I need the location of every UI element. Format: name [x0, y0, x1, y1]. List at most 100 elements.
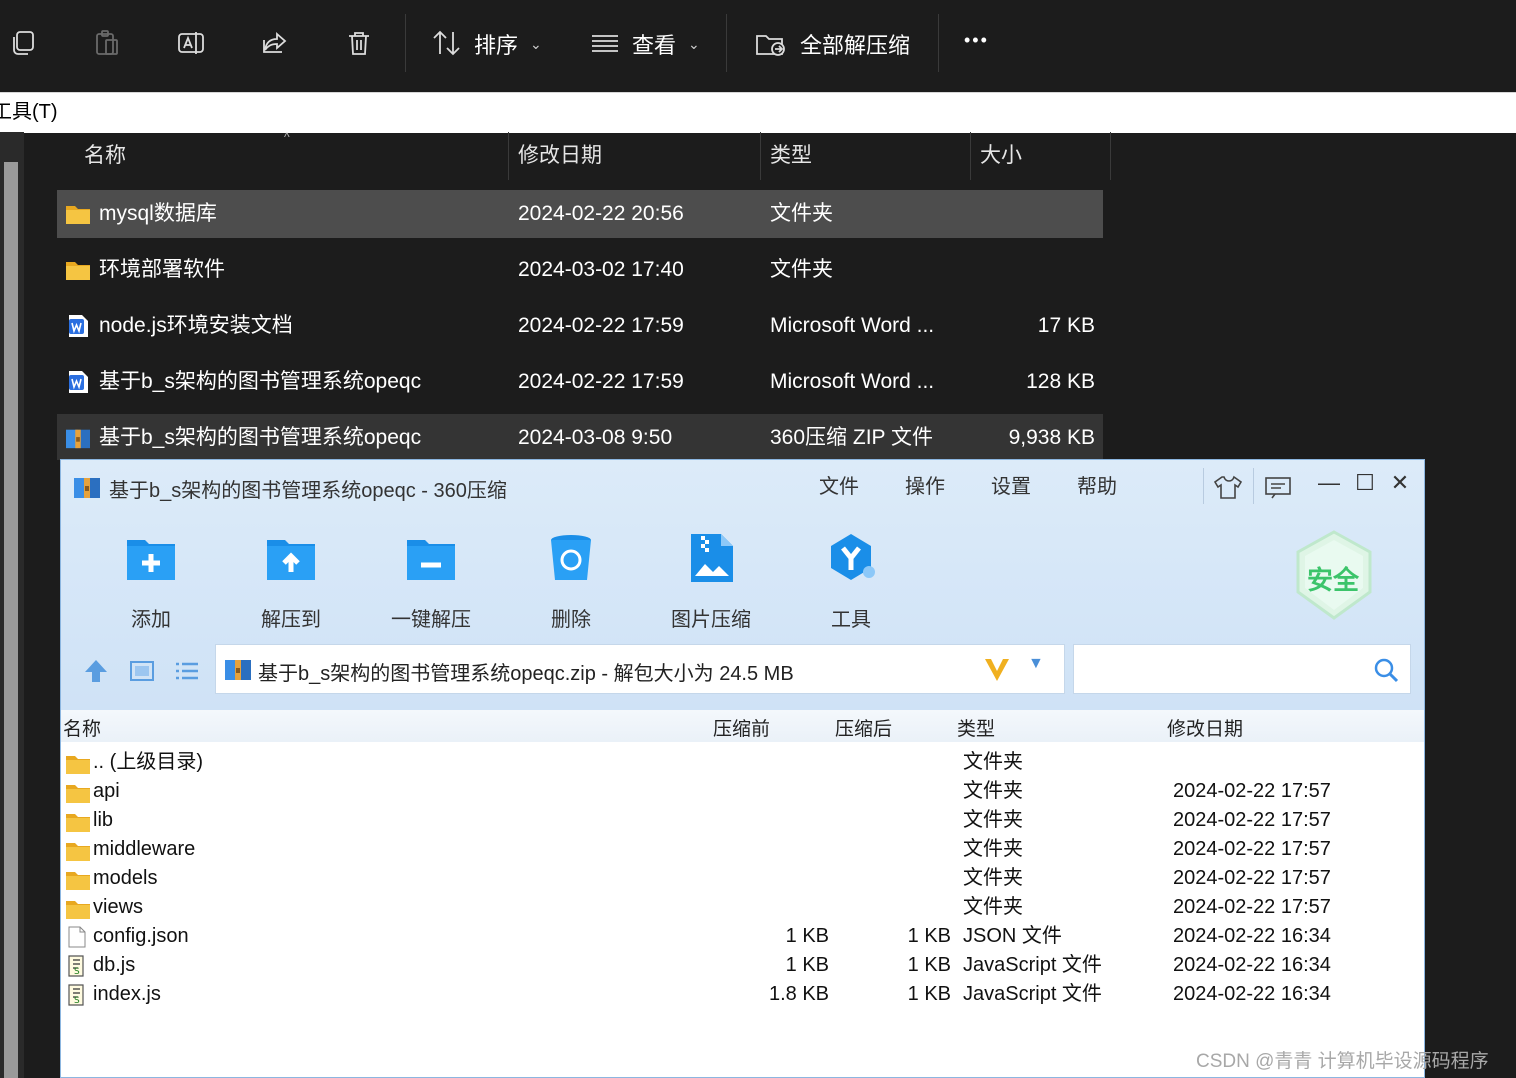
zip-list-item[interactable]: views 文件夹 2024-02-22 17:57	[61, 893, 1424, 922]
extract-to-button[interactable]: 解压到	[236, 532, 346, 632]
zip-item-after: 1 KB	[907, 983, 951, 1005]
zip-list-item[interactable]: lib 文件夹 2024-02-22 17:57	[61, 806, 1424, 835]
explorer-file-row[interactable]: 环境部署软件 2024-03-02 17:40 文件夹	[57, 246, 1103, 294]
share-icon[interactable]	[258, 24, 292, 62]
menu-file[interactable]: 文件	[819, 470, 859, 499]
file-icon	[65, 926, 89, 948]
more-button[interactable]: •••	[964, 30, 989, 51]
one-click-extract-icon	[407, 540, 455, 580]
left-pane-scrollbar[interactable]	[4, 162, 18, 1078]
column-divider[interactable]	[760, 132, 761, 180]
extract-to-label: 解压到	[261, 609, 321, 631]
one-click-extract-button[interactable]: 一键解压	[376, 532, 486, 632]
sort-up-caret-icon: ^	[284, 130, 290, 144]
menu-settings[interactable]: 设置	[991, 470, 1031, 499]
col-size[interactable]: 大小	[980, 132, 1022, 180]
search-input[interactable]	[1073, 644, 1411, 694]
menu-tools[interactable]: 工具(T)	[0, 93, 58, 131]
skin-icon[interactable]	[1213, 474, 1243, 500]
chevron-down-icon: ⌄	[688, 35, 700, 52]
column-divider[interactable]	[1110, 132, 1111, 180]
view-icon[interactable]	[588, 24, 622, 62]
zip-window-title: 基于b_s架构的图书管理系统opeqc - 360压缩	[109, 480, 507, 502]
zip-col-modified[interactable]: 修改日期	[1167, 714, 1243, 741]
zip-col-type[interactable]: 类型	[957, 714, 995, 741]
rename-icon[interactable]	[174, 24, 208, 62]
extract-all-button[interactable]: 全部解压缩	[800, 28, 910, 60]
file-size: 9,938 KB	[1008, 426, 1095, 449]
menu-help[interactable]: 帮助	[1077, 470, 1117, 499]
menu-bar: 工具(T)	[0, 92, 1516, 133]
zip-list-item[interactable]: Sindex.js 1.8 KB 1 KB JavaScript 文件 2024-02-…	[61, 980, 1424, 1009]
extract-folder-icon[interactable]	[754, 24, 788, 62]
delete-icon[interactable]	[342, 24, 376, 62]
zip-item-name: config.json	[93, 925, 189, 947]
zip-item-name: db.js	[93, 954, 136, 976]
zip-col-name[interactable]: 名称	[63, 714, 101, 741]
zip-list-item[interactable]: middleware 文件夹 2024-02-22 17:57	[61, 835, 1424, 864]
zip-item-after: 1 KB	[907, 925, 951, 947]
search-icon[interactable]	[1372, 656, 1400, 684]
copy-icon[interactable]	[6, 24, 40, 62]
zip-col-before[interactable]: 压缩前	[713, 714, 770, 741]
zip-item-name: .. (上级目录)	[93, 751, 203, 773]
v-logo-icon[interactable]	[982, 656, 1012, 684]
column-divider[interactable]	[508, 132, 509, 180]
file-type: 文件夹	[770, 258, 833, 281]
zip-list-header: 名称 压缩前 压缩后 类型 修改日期	[61, 710, 1424, 742]
zip-item-modified: 2024-02-22 16:34	[1173, 925, 1331, 947]
add-button[interactable]: 添加	[96, 532, 206, 632]
explorer-file-row[interactable]: node.js环境安装文档 2024-02-22 17:59 Microsoft W…	[57, 302, 1103, 350]
image-compress-button[interactable]: 图片压缩	[656, 532, 766, 632]
chevron-down-icon: ⌄	[530, 35, 542, 52]
zip-window: 基于b_s架构的图书管理系统opeqc - 360压缩 文件 操作 设置 帮助 …	[60, 459, 1425, 1078]
zip-item-modified: 2024-02-22 17:57	[1173, 867, 1331, 889]
column-divider[interactable]	[970, 132, 971, 180]
zip-list-item[interactable]: api 文件夹 2024-02-22 17:57	[61, 777, 1424, 806]
menu-operate[interactable]: 操作	[905, 470, 945, 499]
delete-label: 删除	[551, 609, 591, 631]
feedback-icon[interactable]	[1263, 474, 1293, 500]
toolbar-divider	[938, 14, 939, 72]
zip-item-modified: 2024-02-22 16:34	[1173, 983, 1331, 1005]
word-icon	[65, 370, 91, 394]
list-view-icon[interactable]	[172, 656, 202, 686]
zip-list-item[interactable]: models 文件夹 2024-02-22 17:57	[61, 864, 1424, 893]
col-type[interactable]: 类型	[770, 132, 812, 180]
paste-icon[interactable]	[90, 24, 124, 62]
zip-item-before: 1 KB	[785, 954, 829, 976]
tools-button[interactable]: 工具	[796, 532, 906, 632]
zip-list-item[interactable]: Sdb.js 1 KB 1 KB JavaScript 文件 2024-02-22 16…	[61, 951, 1424, 980]
zip-list-item[interactable]: .. (上级目录) 文件夹	[61, 748, 1424, 777]
col-name[interactable]: 名称	[84, 132, 126, 180]
close-icon[interactable]: ✕	[1384, 470, 1416, 496]
view-button[interactable]: 查看 ⌄	[632, 28, 700, 60]
thumbnail-view-icon[interactable]	[127, 656, 157, 686]
zip-item-before: 1 KB	[785, 925, 829, 947]
script-icon: S	[65, 984, 89, 1006]
explorer-file-row[interactable]: 基于b_s架构的图书管理系统opeqc 2024-02-22 17:59 Micro…	[57, 358, 1103, 406]
zip-list-item[interactable]: config.json 1 KB 1 KB JSON 文件 2024-02-22 16:…	[61, 922, 1424, 951]
file-modified: 2024-03-02 17:40	[518, 258, 684, 281]
zip-col-after[interactable]: 压缩后	[835, 714, 892, 741]
folder-icon	[65, 752, 90, 774]
file-modified: 2024-03-08 9:50	[518, 426, 673, 449]
dropdown-arrow-icon[interactable]: ▼	[1028, 655, 1044, 673]
sort-icon[interactable]	[430, 24, 464, 62]
file-type: 360压缩 ZIP 文件	[770, 426, 933, 449]
add-label: 添加	[131, 609, 171, 631]
up-level-icon[interactable]	[81, 656, 111, 686]
sort-button[interactable]: 排序 ⌄	[474, 28, 542, 60]
tools-label: 工具	[831, 609, 871, 631]
col-modified[interactable]: 修改日期	[518, 132, 602, 180]
zip-item-type: 文件夹	[963, 896, 1023, 918]
zip-item-before: 1.8 KB	[768, 983, 829, 1005]
address-bar[interactable]: 基于b_s架构的图书管理系统opeqc.zip - 解包大小为 24.5 MB …	[215, 644, 1065, 694]
explorer-file-row[interactable]: mysql数据库 2024-02-22 20:56 文件夹	[57, 190, 1103, 238]
maximize-icon[interactable]: ☐	[1349, 470, 1381, 496]
explorer-file-row[interactable]: 基于b_s架构的图书管理系统opeqc 2024-03-08 9:50 360压缩 …	[57, 414, 1103, 460]
svg-text:S: S	[74, 967, 80, 977]
minimize-icon[interactable]: —	[1313, 470, 1345, 496]
zip-item-after: 1 KB	[907, 954, 951, 976]
delete-button[interactable]: 删除	[516, 532, 626, 632]
